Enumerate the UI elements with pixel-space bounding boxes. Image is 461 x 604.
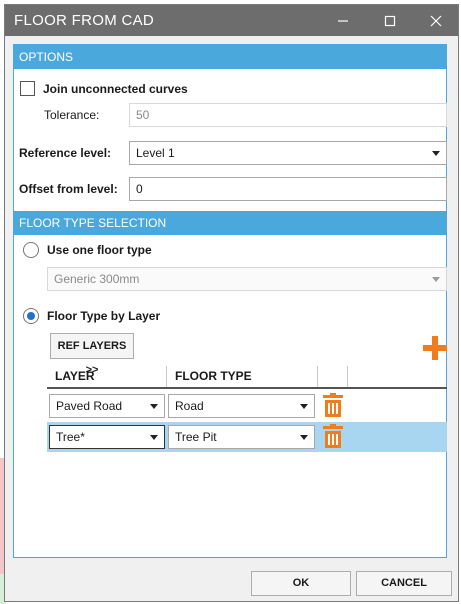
join-curves-checkbox[interactable]	[20, 81, 35, 96]
floor-type-select[interactable]: Tree Pit	[168, 425, 315, 449]
reference-level-value: Level 1	[136, 146, 175, 160]
close-icon	[430, 15, 442, 26]
join-curves-label: Join unconnected curves	[43, 82, 188, 96]
ok-button[interactable]: OK	[251, 571, 351, 596]
content-panel: OPTIONS Join unconnected curves Toleranc…	[13, 44, 447, 558]
minimize-icon	[338, 19, 348, 22]
layer-select[interactable]: Tree*	[49, 425, 165, 449]
chevron-down-icon	[432, 277, 440, 282]
chevron-down-icon	[300, 435, 308, 440]
floor-type-value: Road	[175, 399, 204, 413]
reference-level-select[interactable]: Level 1	[129, 141, 447, 165]
options-header: OPTIONS	[14, 45, 446, 69]
layer-value: Tree*	[56, 430, 85, 444]
chevron-down-icon	[432, 151, 440, 156]
title-bar[interactable]: FLOOR FROM CAD	[5, 5, 458, 36]
floor-type-by-layer-label: Floor Type by Layer	[47, 309, 161, 323]
table-row[interactable]: Tree* Tree Pit	[47, 422, 447, 452]
window-title: FLOOR FROM CAD	[14, 12, 155, 29]
chevron-down-icon	[150, 404, 158, 409]
single-floor-type-select[interactable]: Generic 300mm	[47, 267, 447, 291]
table-header: LAYER FLOOR TYPE	[47, 366, 447, 389]
layer-value: Paved Road	[56, 399, 123, 413]
close-button[interactable]	[413, 5, 459, 36]
add-row-icon[interactable]	[423, 336, 447, 360]
use-one-floor-type-label: Use one floor type	[47, 243, 152, 257]
delete-row-icon[interactable]	[323, 424, 343, 448]
floor-type-selection-header: FLOOR TYPE SELECTION	[14, 211, 446, 235]
reference-level-label: Reference level:	[19, 146, 112, 160]
single-floor-type-value: Generic 300mm	[54, 272, 140, 286]
column-header-floor-type: FLOOR TYPE	[175, 369, 252, 383]
column-header-layer: LAYER	[55, 369, 95, 383]
minimize-button[interactable]	[320, 5, 366, 36]
floor-from-cad-dialog: FLOOR FROM CAD OPTIONS Join unconnected …	[4, 4, 459, 602]
column-divider	[347, 366, 348, 387]
maximize-icon	[384, 15, 396, 26]
delete-row-icon[interactable]	[323, 393, 343, 417]
layer-mapping-table: LAYER FLOOR TYPE Paved Road Road Tree* T…	[47, 366, 447, 454]
floor-type-value: Tree Pit	[175, 430, 217, 444]
tolerance-label: Tolerance:	[44, 108, 100, 122]
offset-label: Offset from level:	[19, 182, 118, 196]
floor-type-select[interactable]: Road	[168, 394, 315, 418]
table-row[interactable]: Paved Road Road	[47, 391, 447, 421]
use-one-floor-type-radio[interactable]	[23, 242, 39, 258]
layer-select[interactable]: Paved Road	[49, 394, 165, 418]
cancel-button[interactable]: CANCEL	[356, 571, 452, 596]
offset-field[interactable]: 0	[129, 177, 447, 201]
ref-layers-button[interactable]: REF LAYERS >>	[50, 333, 134, 376]
floor-type-by-layer-radio[interactable]	[23, 308, 39, 324]
column-divider	[317, 366, 318, 387]
chevron-down-icon	[300, 404, 308, 409]
chevron-down-icon	[150, 435, 158, 440]
tolerance-field[interactable]: 50	[129, 103, 447, 127]
maximize-button[interactable]	[367, 5, 413, 36]
